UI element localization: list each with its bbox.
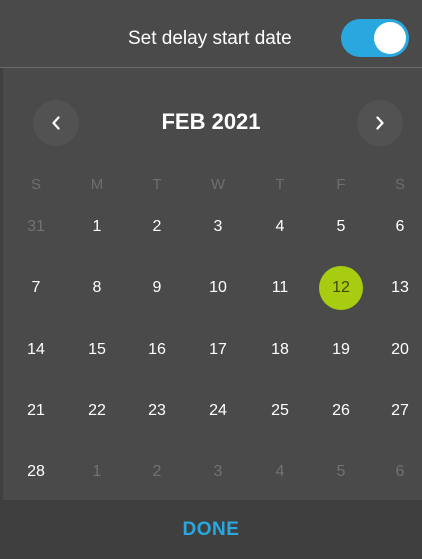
delay-start-date-picker: Set delay start date FEB 2021 SMTWTFS 31… — [0, 0, 422, 559]
weekday-label: T — [152, 176, 162, 193]
calendar-day[interactable]: 1 — [75, 205, 119, 249]
calendar-day-outside-month[interactable]: 3 — [196, 450, 240, 494]
calendar-day-outside-month[interactable]: 1 — [75, 450, 119, 494]
done-button[interactable]: DONE — [0, 501, 422, 559]
calendar-day[interactable]: 17 — [196, 328, 240, 372]
calendar-day[interactable]: 23 — [135, 389, 179, 433]
calendar-day-outside-month[interactable]: 31 — [14, 205, 58, 249]
calendar-day[interactable]: 21 — [14, 389, 58, 433]
calendar-day[interactable]: 28 — [14, 450, 58, 494]
delay-start-toggle[interactable] — [341, 19, 409, 57]
calendar-day[interactable]: 9 — [135, 266, 179, 310]
calendar-day[interactable]: 8 — [75, 266, 119, 310]
weekday-label: W — [210, 176, 226, 193]
toggle-knob — [374, 22, 406, 54]
calendar-day[interactable]: 24 — [196, 389, 240, 433]
calendar-day[interactable]: 16 — [135, 328, 179, 372]
chevron-right-icon — [376, 116, 384, 130]
calendar-day[interactable]: 20 — [378, 328, 422, 372]
calendar-day[interactable]: 6 — [378, 205, 422, 249]
calendar-day[interactable]: 7 — [14, 266, 58, 310]
calendar-day[interactable]: 3 — [196, 205, 240, 249]
calendar-day[interactable]: 22 — [75, 389, 119, 433]
picker-header: Set delay start date — [0, 0, 422, 67]
calendar-day[interactable]: 11 — [258, 266, 302, 310]
calendar-day[interactable]: 10 — [196, 266, 240, 310]
calendar-day[interactable]: 26 — [319, 389, 363, 433]
weekday-label: S — [30, 176, 41, 193]
calendar-day[interactable]: 13 — [378, 266, 422, 310]
weekday-label: T — [275, 176, 285, 193]
calendar-day[interactable]: 25 — [258, 389, 302, 433]
header-title: Set delay start date — [128, 28, 292, 49]
header-divider — [0, 67, 422, 68]
weekday-label: S — [394, 176, 405, 193]
calendar-day-outside-month[interactable]: 2 — [135, 450, 179, 494]
selected-day[interactable]: 12 — [319, 266, 363, 311]
calendar-day[interactable]: 2 — [135, 205, 179, 249]
calendar-day[interactable]: 14 — [14, 328, 58, 372]
calendar-day-outside-month[interactable]: 5 — [319, 450, 363, 494]
next-month-button[interactable] — [357, 100, 403, 146]
calendar-day[interactable]: 15 — [75, 328, 119, 372]
calendar-day[interactable]: 18 — [258, 328, 302, 372]
calendar-day[interactable]: 4 — [258, 205, 302, 249]
picker-footer: DONE — [0, 501, 422, 559]
calendar-day[interactable]: 19 — [319, 328, 363, 372]
calendar-day[interactable]: 27 — [378, 389, 422, 433]
weekday-label: F — [336, 176, 346, 193]
calendar-day-outside-month[interactable]: 6 — [378, 450, 422, 494]
calendar-day-outside-month[interactable]: 4 — [258, 450, 302, 494]
weekday-label: M — [90, 176, 104, 193]
calendar-day[interactable]: 5 — [319, 205, 363, 249]
